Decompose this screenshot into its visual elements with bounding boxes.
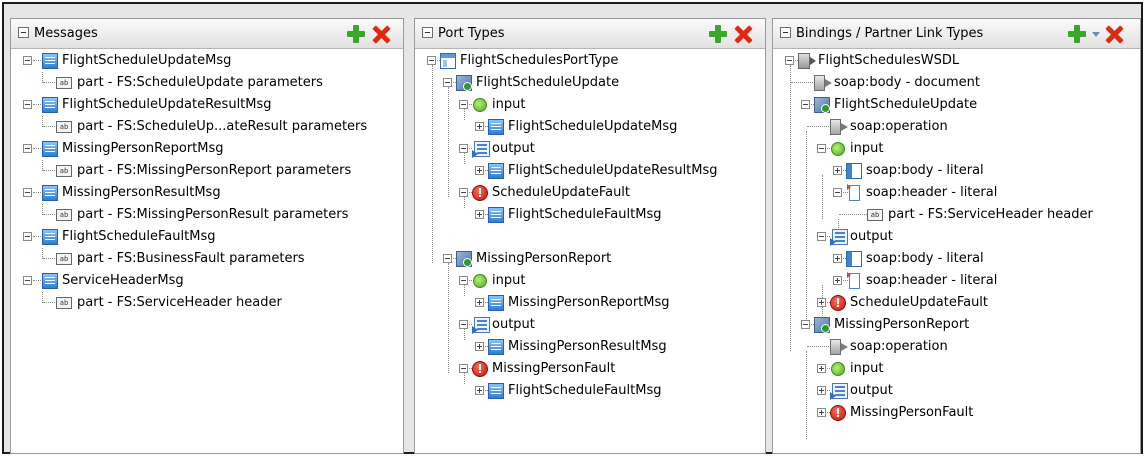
chevron-down-icon[interactable] bbox=[1092, 32, 1100, 37]
message-icon bbox=[488, 383, 504, 399]
output-icon bbox=[472, 141, 490, 158]
input-icon bbox=[831, 362, 845, 376]
add-port-type-button[interactable] bbox=[708, 24, 728, 44]
part-icon: ab bbox=[56, 209, 72, 221]
message-icon bbox=[488, 163, 504, 179]
soap-header-icon bbox=[847, 272, 860, 289]
soap-icon bbox=[830, 339, 848, 355]
collapse-icon[interactable] bbox=[422, 27, 433, 38]
fault-icon bbox=[830, 403, 846, 423]
input-icon bbox=[473, 274, 487, 288]
input-icon bbox=[473, 98, 487, 112]
soap-icon bbox=[830, 119, 848, 135]
wsdl-binding-icon bbox=[798, 53, 816, 69]
soap-body-icon bbox=[846, 251, 862, 267]
message-icon bbox=[42, 97, 58, 113]
port-types-panel-header: Port Types bbox=[415, 19, 765, 49]
fault-icon bbox=[830, 293, 846, 313]
fault-icon bbox=[472, 359, 488, 379]
input-icon bbox=[831, 142, 845, 156]
bindings-panel: Bindings / Partner Link Types FlightSche… bbox=[772, 18, 1141, 454]
delete-message-button[interactable] bbox=[371, 24, 391, 44]
collapse-toggle[interactable] bbox=[23, 232, 32, 241]
port-types-panel: Port Types FlightSchedulesPortType Fligh… bbox=[414, 18, 766, 454]
bindings-panel-title: Bindings / Partner Link Types bbox=[796, 26, 984, 41]
message-icon bbox=[42, 141, 58, 157]
messages-panel-header: Messages bbox=[11, 19, 403, 49]
port-types-tree: FlightSchedulesPortType FlightScheduleUp… bbox=[415, 50, 765, 453]
port-types-panel-title: Port Types bbox=[438, 26, 505, 41]
collapse-toggle[interactable] bbox=[23, 188, 32, 197]
fault-icon bbox=[472, 183, 488, 203]
message-icon bbox=[42, 229, 58, 245]
bindings-panel-header: Bindings / Partner Link Types bbox=[773, 19, 1140, 49]
message-icon bbox=[488, 339, 504, 355]
messages-panel-title: Messages bbox=[34, 26, 98, 41]
collapse-toggle[interactable] bbox=[23, 56, 32, 65]
collapse-toggle[interactable] bbox=[23, 100, 32, 109]
part-icon: ab bbox=[56, 165, 72, 177]
soap-icon bbox=[814, 75, 832, 91]
delete-binding-button[interactable] bbox=[1104, 24, 1124, 44]
soap-header-icon bbox=[847, 184, 860, 201]
message-icon bbox=[42, 53, 58, 69]
delete-port-type-button[interactable] bbox=[733, 24, 753, 44]
output-icon bbox=[830, 383, 848, 400]
operation-icon bbox=[814, 97, 830, 113]
message-icon bbox=[488, 207, 504, 223]
part-icon: ab bbox=[867, 209, 883, 221]
bindings-tree: FlightSchedulesWSDL soap:body - document… bbox=[773, 50, 1140, 453]
operation-icon bbox=[456, 75, 472, 91]
output-icon bbox=[472, 317, 490, 334]
part-icon: ab bbox=[56, 77, 72, 89]
message-icon bbox=[488, 295, 504, 311]
operation-icon bbox=[456, 251, 472, 267]
soap-body-icon bbox=[846, 163, 862, 179]
output-icon bbox=[830, 229, 848, 246]
part-icon: ab bbox=[56, 253, 72, 265]
messages-tree: FlightScheduleUpdateMsg ab part - FS:Sch… bbox=[11, 50, 403, 453]
collapse-toggle[interactable] bbox=[23, 276, 32, 285]
collapse-icon[interactable] bbox=[18, 27, 29, 38]
collapse-toggle[interactable] bbox=[23, 144, 32, 153]
add-message-button[interactable] bbox=[346, 24, 366, 44]
messages-panel: Messages FlightScheduleUpdateMsg ab part… bbox=[10, 18, 404, 454]
port-type-icon bbox=[440, 53, 456, 69]
message-icon bbox=[488, 119, 504, 135]
part-icon: ab bbox=[56, 297, 72, 309]
message-icon bbox=[42, 185, 58, 201]
operation-icon bbox=[814, 317, 830, 333]
part-icon: ab bbox=[56, 121, 72, 133]
bindings-editor-frame: Messages FlightScheduleUpdateMsg ab part… bbox=[2, 2, 1143, 454]
add-binding-button[interactable] bbox=[1067, 24, 1087, 44]
message-icon bbox=[42, 273, 58, 289]
collapse-icon[interactable] bbox=[780, 27, 791, 38]
